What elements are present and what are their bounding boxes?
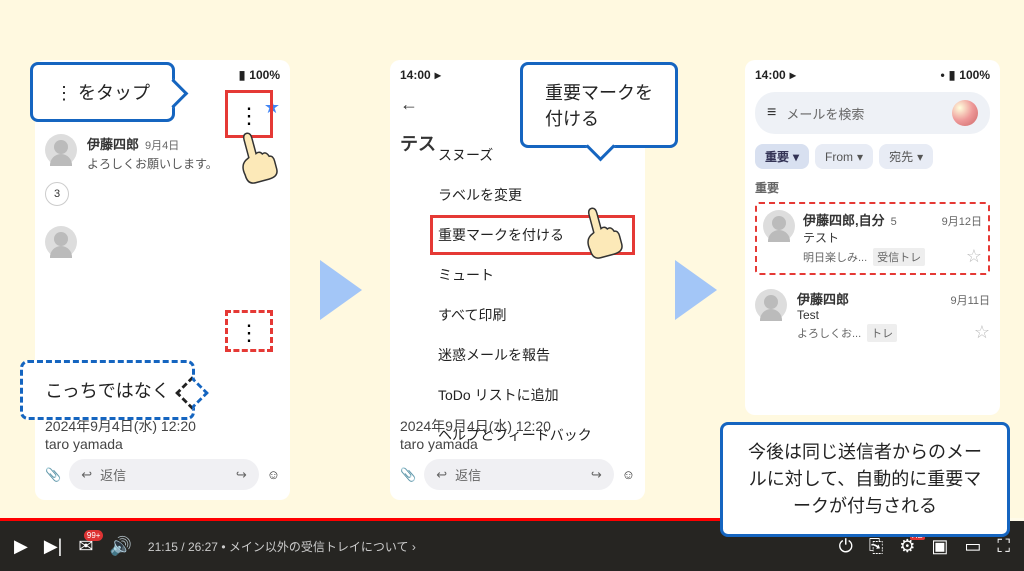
avatar — [45, 226, 77, 258]
play-button[interactable]: ▶ — [14, 536, 28, 557]
video-frame: ⋮ をタップ 重要マークを 付ける こっちではなく 今後は同じ送信者からのメール… — [0, 0, 1024, 571]
chip-important[interactable]: 重要▾ — [755, 144, 809, 169]
subject-text: テスト — [803, 229, 982, 246]
attachment-icon[interactable]: 📎 — [400, 467, 416, 483]
battery-icon: ▮ — [239, 68, 246, 82]
captions-button[interactable]: ⎘ — [869, 536, 883, 557]
snippet-text: 明日楽しみ... — [803, 249, 867, 265]
next-button[interactable]: ▶| — [44, 536, 63, 557]
volume-button[interactable]: 🔊 — [109, 536, 131, 557]
reply-label: 返信 — [455, 465, 481, 484]
row-date: 9月12日 — [942, 213, 982, 229]
sender-name: 伊藤四郎,自分 — [803, 210, 885, 229]
menu-icon[interactable]: ≡ — [767, 104, 776, 122]
mail-row[interactable]: 伊藤四郎 9月11日 Test よろしくお... トレ ☆ — [755, 289, 990, 343]
battery-text: 100% — [959, 68, 990, 82]
section-label: 重要 — [755, 179, 990, 196]
arrow-icon — [320, 260, 362, 320]
thread-date: 9月4日 — [145, 137, 179, 153]
back-icon[interactable]: ← — [400, 94, 418, 115]
battery-icon: ▮ — [949, 68, 956, 82]
label-chip: 受信トレ — [873, 248, 925, 266]
youtube-icon: ▸ — [435, 68, 441, 82]
thread-item[interactable] — [45, 226, 280, 258]
player-time: 21:15 / 26:27 • メイン以外の受信トレイについて › — [148, 538, 416, 555]
search-placeholder: メールを検索 — [786, 104, 942, 123]
theater-button[interactable]: ▭ — [964, 536, 981, 557]
callout-not-this-one: こっちではなく — [20, 360, 195, 420]
settings-button[interactable]: ⚙HD — [899, 536, 915, 557]
callout-tap-dots: ⋮ をタップ — [30, 62, 175, 122]
reply-button[interactable]: ↩返信 ↪ — [69, 459, 259, 490]
menu-add-todo[interactable]: ToDo リストに追加 — [430, 375, 635, 415]
sender-name: 伊藤四郎 — [87, 134, 139, 153]
autoplay-toggle[interactable]: ⏻ — [839, 536, 853, 557]
chip-from[interactable]: From▾ — [815, 144, 873, 169]
fullscreen-button[interactable]: ⛶ — [997, 536, 1010, 557]
thread-count-badge[interactable]: 3 — [45, 182, 69, 206]
emoji-icon[interactable]: ☺ — [267, 467, 280, 482]
avatar — [763, 210, 795, 242]
subject-text: Test — [797, 308, 990, 322]
arrow-icon — [675, 260, 717, 320]
reply-label: 返信 — [100, 465, 126, 484]
emoji-icon[interactable]: ☺ — [622, 467, 635, 482]
status-bar: 14:00 ▸ •▮100% — [755, 68, 990, 82]
clock-text: 14:00 — [400, 68, 431, 82]
thread-count: 5 — [891, 216, 897, 228]
clock-text: 14:00 — [755, 68, 786, 82]
menu-mute[interactable]: ミュート — [430, 255, 635, 295]
email-sender: taro yamada — [45, 436, 280, 452]
email-date: 2024年9月4日(水) 12:20 — [400, 416, 635, 436]
snippet-text: よろしくお... — [797, 325, 861, 341]
profile-avatar[interactable] — [952, 100, 978, 126]
reply-button[interactable]: ↩返信 ↪ — [424, 459, 614, 490]
star-icon-empty[interactable]: ☆ — [966, 246, 982, 267]
more-dots-icon[interactable]: ⋮ — [228, 313, 270, 353]
avatar — [755, 289, 787, 321]
email-sender: taro yamada — [400, 436, 635, 452]
mail-notification-icon[interactable]: ✉ — [78, 536, 93, 557]
mail-row-highlighted[interactable]: 伊藤四郎,自分 5 9月12日 テスト 明日楽しみ... 受信トレ ☆ — [755, 202, 990, 275]
callout-mark-important: 重要マークを 付ける — [520, 62, 678, 148]
sender-name: 伊藤四郎 — [797, 289, 849, 308]
star-icon-empty[interactable]: ☆ — [974, 322, 990, 343]
phone-screen-3: 14:00 ▸ •▮100% ≡ メールを検索 重要▾ From▾ 宛先▾ 重要… — [745, 60, 1000, 415]
avatar — [45, 134, 77, 166]
attachment-icon[interactable]: 📎 — [45, 467, 61, 483]
battery-text: 100% — [249, 68, 280, 82]
highlight-more-dots-bottom: ⋮ — [225, 310, 273, 352]
chip-to[interactable]: 宛先▾ — [879, 144, 933, 169]
miniplayer-button[interactable]: ▣ — [931, 536, 948, 557]
mail-title: テス — [400, 130, 436, 156]
callout-future-auto: 今後は同じ送信者からのメールに対して、自動的に重要マークが付与される — [720, 422, 1010, 537]
row-date: 9月11日 — [950, 292, 990, 308]
search-bar[interactable]: ≡ メールを検索 — [755, 92, 990, 134]
menu-print-all[interactable]: すべて印刷 — [430, 295, 635, 335]
label-chip: トレ — [867, 324, 897, 342]
menu-report-spam[interactable]: 迷惑メールを報告 — [430, 335, 635, 375]
